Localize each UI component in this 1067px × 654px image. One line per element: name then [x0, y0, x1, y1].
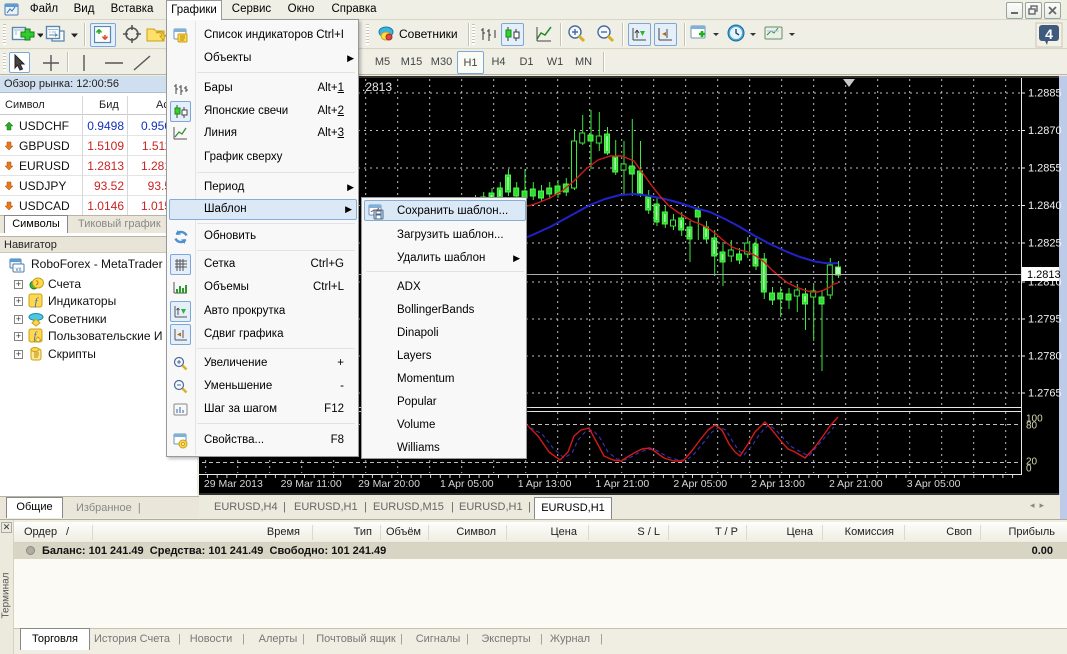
svg-text:3 Apr 05:00: 3 Apr 05:00: [907, 478, 961, 490]
svg-text:29 Mar 11:00: 29 Mar 11:00: [281, 478, 342, 490]
svg-text:1 Apr 21:00: 1 Apr 21:00: [596, 478, 650, 490]
svg-text:1.2840: 1.2840: [1028, 200, 1062, 212]
svg-text:2 Apr 21:00: 2 Apr 21:00: [829, 478, 883, 490]
svg-text:1.2825: 1.2825: [1028, 238, 1062, 250]
svg-text:1.2813: 1.2813: [1027, 269, 1061, 281]
svg-text:0: 0: [1026, 464, 1032, 475]
svg-text:1.2870: 1.2870: [1028, 125, 1062, 137]
svg-text:2 Apr 13:00: 2 Apr 13:00: [751, 478, 805, 490]
svg-text:29 Mar 2013: 29 Mar 2013: [204, 478, 263, 490]
svg-text:1 Apr 13:00: 1 Apr 13:00: [518, 478, 572, 490]
svg-text:1.2780: 1.2780: [1028, 351, 1062, 363]
svg-text:1.2765: 1.2765: [1028, 388, 1062, 400]
svg-text:1 Apr 05:00: 1 Apr 05:00: [440, 478, 494, 490]
svg-text:1.2855: 1.2855: [1028, 163, 1062, 175]
svg-text:vx: vx: [16, 267, 22, 273]
svg-text:1.2795: 1.2795: [1028, 314, 1062, 326]
svg-text:80: 80: [1026, 421, 1038, 432]
svg-text:1.2885: 1.2885: [1028, 88, 1062, 100]
svg-text:2 Apr 05:00: 2 Apr 05:00: [673, 478, 727, 490]
svg-text:4: 4: [1045, 26, 1053, 42]
svg-text:.2813: .2813: [362, 80, 392, 94]
svg-text:29 Mar 20:00: 29 Mar 20:00: [358, 478, 420, 490]
